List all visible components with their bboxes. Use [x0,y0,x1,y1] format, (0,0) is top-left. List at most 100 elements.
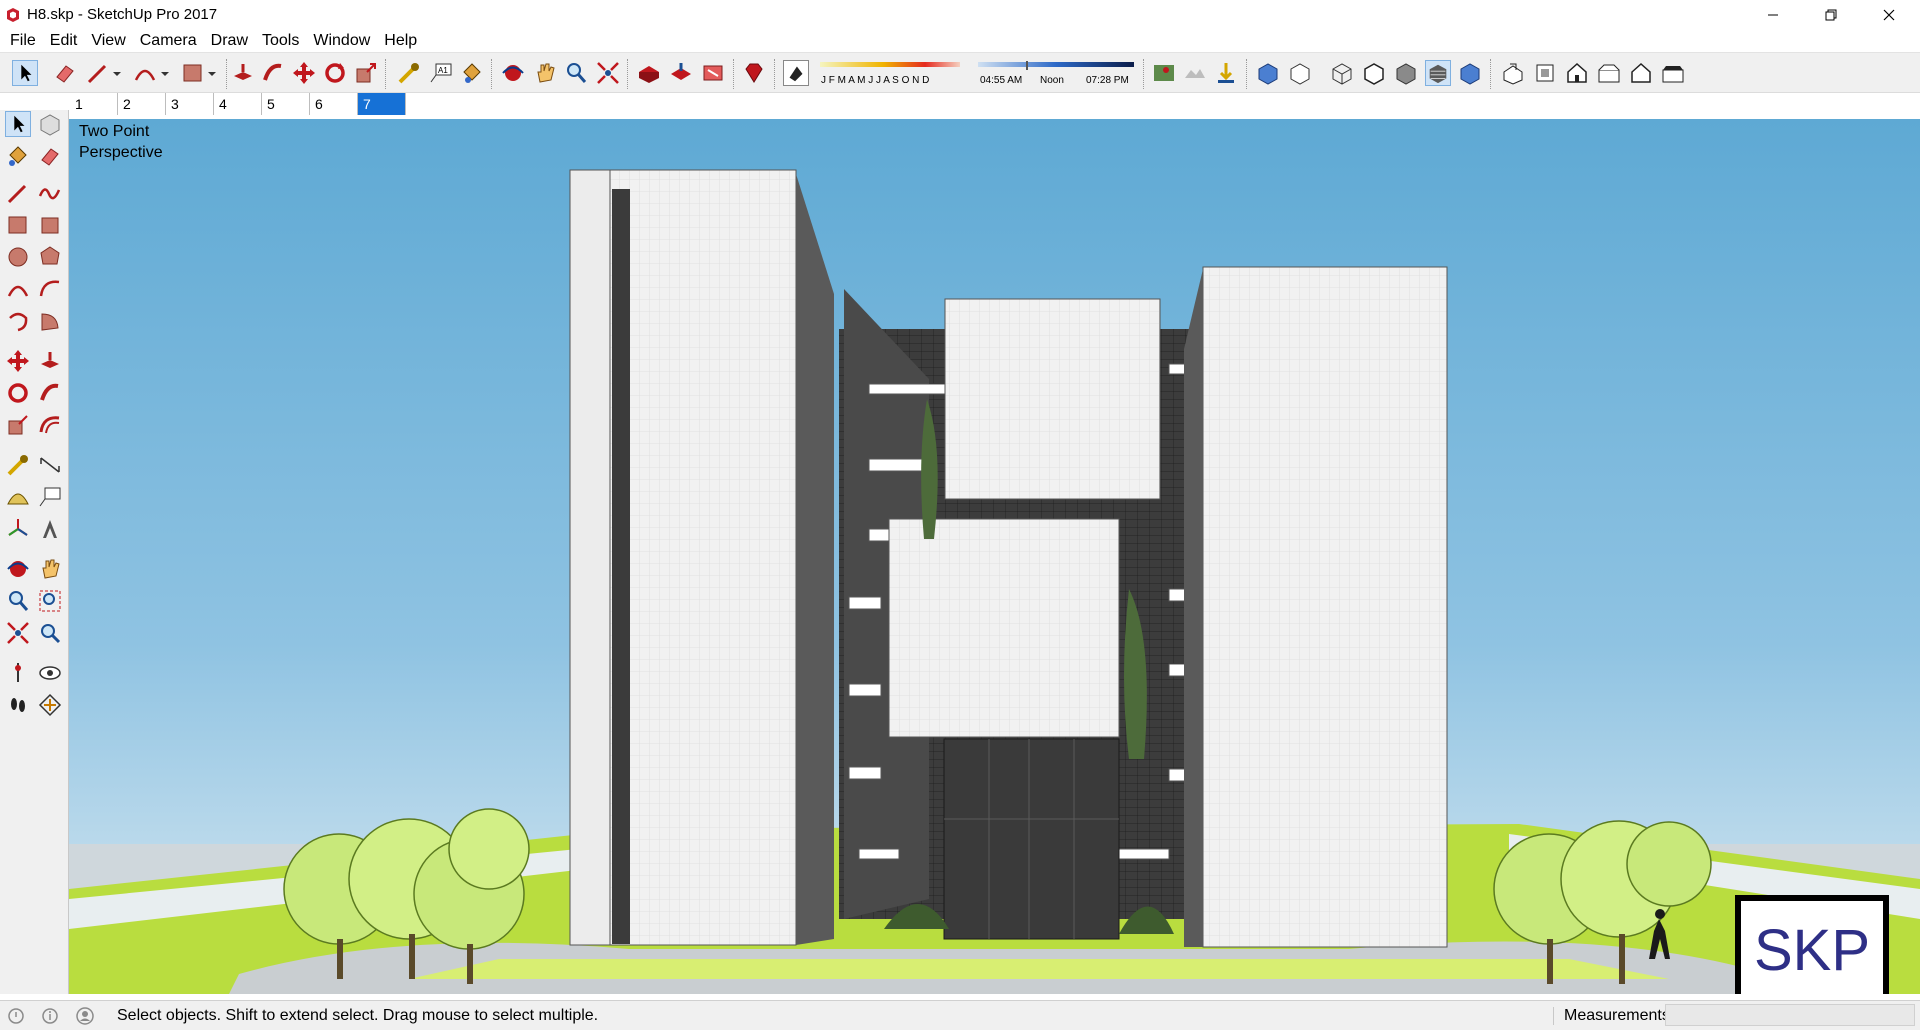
paint-bucket-icon[interactable] [459,60,485,86]
look-around-icon[interactable] [37,660,63,686]
select-tool-icon[interactable] [12,60,38,86]
follow-me-icon[interactable] [260,60,286,86]
close-button[interactable] [1860,0,1918,29]
previous-view-icon[interactable] [37,620,63,646]
zoom-extents-icon[interactable] [595,60,621,86]
arc-tool-icon[interactable] [132,60,158,86]
axes-tool-icon[interactable] [5,516,31,542]
two-point-arc-icon[interactable] [37,276,63,302]
tab-scene-4[interactable]: 4 [214,93,262,115]
zoom-icon[interactable] [563,60,589,86]
section-plane-icon[interactable] [37,692,63,718]
polygon-tool-icon[interactable] [37,244,63,270]
line-dropdown-icon[interactable] [110,60,124,86]
menu-view[interactable]: View [84,29,132,52]
orbit-icon[interactable] [5,556,31,582]
extension-warehouse-icon[interactable] [700,60,726,86]
rotate-tool-icon[interactable] [5,380,31,406]
3d-warehouse-icon[interactable] [636,60,662,86]
arc-dropdown-icon[interactable] [158,60,172,86]
shadow-date-time-slider[interactable]: J F M A M J J A S O N D 04:55 AM Noon 07… [818,61,1138,87]
shaded-with-textures-icon[interactable] [1425,60,1451,86]
make-component-icon[interactable] [37,111,63,137]
monochrome-icon[interactable] [1457,60,1483,86]
dimensions-icon[interactable] [37,452,63,478]
menu-help[interactable]: Help [377,29,424,52]
tab-scene-5[interactable]: 5 [262,93,310,115]
pan-icon[interactable] [532,60,558,86]
eraser-icon[interactable] [37,143,63,169]
right-view-icon[interactable] [1596,60,1622,86]
protractor-icon[interactable] [5,484,31,510]
paint-bucket-icon[interactable] [5,143,31,169]
menu-edit[interactable]: Edit [43,29,85,52]
menu-draw[interactable]: Draw [204,29,255,52]
menu-window[interactable]: Window [306,29,377,52]
back-view-icon[interactable] [1628,60,1654,86]
select-tool-icon[interactable] [5,111,31,137]
menu-camera[interactable]: Camera [133,29,204,52]
zoom-window-icon[interactable] [37,588,63,614]
geolocation-icon[interactable] [7,1007,25,1025]
photo-textures-icon[interactable] [1213,60,1239,86]
move-tool-icon[interactable] [291,60,317,86]
left-view-icon[interactable] [1660,60,1686,86]
rotated-rectangle-icon[interactable] [37,212,63,238]
freehand-icon[interactable] [37,180,63,206]
iso-view-icon[interactable] [1500,60,1526,86]
ruby-console-icon[interactable] [741,60,767,86]
offset-tool-icon[interactable] [37,412,63,438]
pie-tool-icon[interactable] [37,308,63,334]
follow-me-icon[interactable] [37,380,63,406]
menu-tools[interactable]: Tools [255,29,306,52]
zoom-icon[interactable] [5,588,31,614]
wireframe-icon[interactable] [1329,60,1355,86]
shaded-icon[interactable] [1393,60,1419,86]
add-location-icon[interactable] [1151,60,1177,86]
top-view-icon[interactable] [1532,60,1558,86]
xray-style-icon[interactable] [1255,60,1281,86]
rectangle-tool-icon[interactable] [180,60,206,86]
share-model-icon[interactable] [668,60,694,86]
push-pull-icon[interactable] [37,348,63,374]
tab-scene-3[interactable]: 3 [166,93,214,115]
orbit-icon[interactable] [500,60,526,86]
tape-measure-icon[interactable] [396,60,422,86]
position-camera-icon[interactable] [5,660,31,686]
pan-icon[interactable] [37,556,63,582]
rotate-tool-icon[interactable] [322,60,348,86]
tab-scene-6[interactable]: 6 [310,93,358,115]
back-edges-icon[interactable] [1287,60,1313,86]
credits-icon[interactable] [41,1007,59,1025]
zoom-extents-icon[interactable] [5,620,31,646]
rectangle-tool-icon[interactable] [5,212,31,238]
arc-tool-icon[interactable] [5,276,31,302]
text-tool-icon[interactable] [37,484,63,510]
text-tool-icon[interactable]: A1 [428,60,454,86]
tab-scene-7[interactable]: 7 [358,93,406,115]
eraser-icon[interactable] [52,60,78,86]
push-pull-icon[interactable] [230,60,256,86]
tab-scene-2[interactable]: 2 [118,93,166,115]
move-tool-icon[interactable] [5,348,31,374]
walk-icon[interactable] [5,692,31,718]
front-view-icon[interactable] [1564,60,1590,86]
user-account-icon[interactable] [76,1007,94,1025]
toggle-terrain-icon[interactable] [1182,60,1208,86]
display-shadows-icon[interactable] [783,60,809,86]
scale-tool-icon[interactable] [5,412,31,438]
tape-measure-icon[interactable] [5,452,31,478]
restore-button[interactable] [1802,0,1860,29]
shape-dropdown-icon[interactable] [205,60,219,86]
tab-scene-1[interactable]: 1 [70,93,118,115]
hidden-line-icon[interactable] [1361,60,1387,86]
menu-file[interactable]: File [3,29,43,52]
three-point-arc-icon[interactable] [5,308,31,334]
measurements-input[interactable] [1665,1004,1915,1026]
line-tool-icon[interactable] [85,60,111,86]
line-tool-icon[interactable] [5,180,31,206]
3d-text-icon[interactable] [37,516,63,542]
scale-tool-icon[interactable] [353,60,379,86]
minimize-button[interactable] [1744,0,1802,29]
model-viewport[interactable]: Two Point Perspective SKP [69,119,1920,994]
